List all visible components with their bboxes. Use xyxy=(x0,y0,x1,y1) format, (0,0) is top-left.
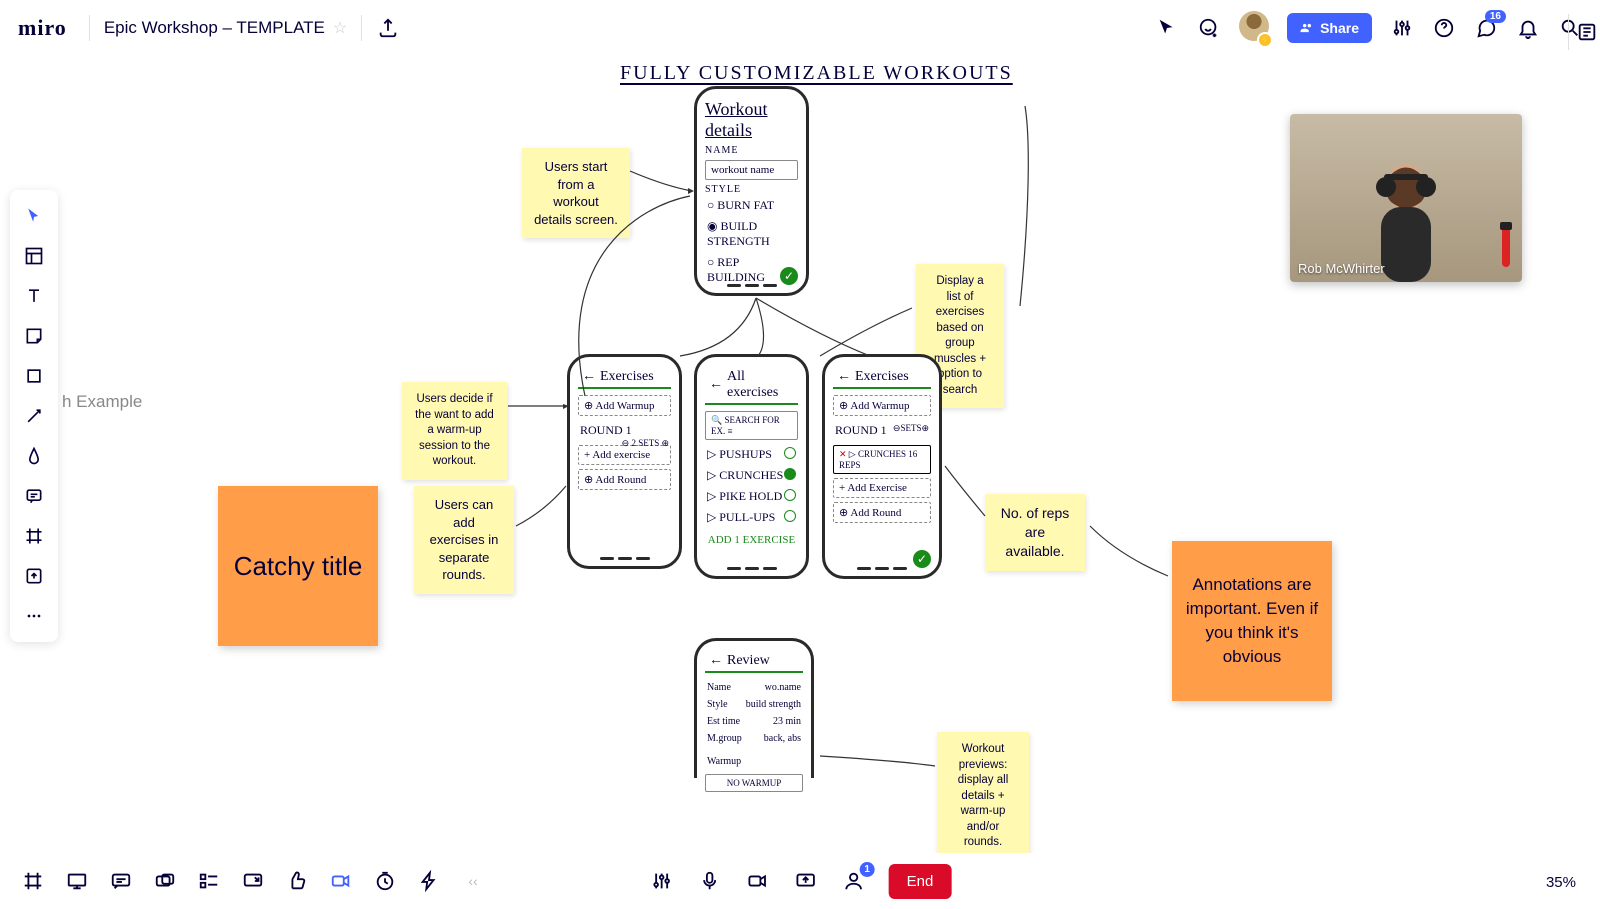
notifications-icon[interactable] xyxy=(1516,16,1540,40)
comment-tool[interactable] xyxy=(14,476,54,516)
video-participant-name: Rob McWhirter xyxy=(1298,261,1385,276)
sketch-heading: FULLY CUSTOMIZABLE WORKOUTS xyxy=(620,62,1013,85)
collapse-icon[interactable]: ‹‹ xyxy=(460,868,486,894)
user-avatar[interactable]: ⚡ xyxy=(1239,11,1269,46)
card-icon[interactable] xyxy=(152,868,178,894)
upload-tool[interactable] xyxy=(14,556,54,596)
checkmark-icon: ✓ xyxy=(913,550,931,568)
frames-panel-icon[interactable] xyxy=(20,868,46,894)
text-tool[interactable] xyxy=(14,276,54,316)
connector-tool[interactable] xyxy=(14,396,54,436)
sticky-reps[interactable]: No. of reps are available. xyxy=(985,494,1085,571)
phone-all-exercises[interactable]: ← All exercises 🔍 SEARCH FOR EX. ≡ PUSHU… xyxy=(694,354,809,579)
sticky-annotations[interactable]: Annotations are important. Even if you t… xyxy=(1172,541,1332,701)
templates-tool[interactable] xyxy=(14,236,54,276)
canvas[interactable]: h Example FULLY CUSTOMIZABLE WORKOUTS Us… xyxy=(0,56,1600,853)
select-tool[interactable] xyxy=(14,196,54,236)
settings-sliders-icon[interactable] xyxy=(1390,16,1414,40)
call-controls: 1 End xyxy=(649,864,952,899)
audio-settings-icon[interactable] xyxy=(649,868,675,894)
end-call-button[interactable]: End xyxy=(889,864,952,899)
thumbs-up-icon[interactable] xyxy=(284,868,310,894)
phone-title: Workout details xyxy=(705,99,798,141)
sticky-tool[interactable] xyxy=(14,316,54,356)
top-right-cluster: ⚡ Share 16 xyxy=(1155,11,1582,46)
voting-icon[interactable] xyxy=(196,868,222,894)
frame-tool[interactable] xyxy=(14,516,54,556)
cursor-participants-icon[interactable] xyxy=(1155,16,1179,40)
separator xyxy=(89,15,90,41)
left-toolbar xyxy=(10,190,58,642)
timer-icon[interactable] xyxy=(372,868,398,894)
bottom-bar: ‹‹ 1 End 35% xyxy=(0,853,1600,909)
phone-workout-details[interactable]: Workout details NAME workout name STYLE … xyxy=(694,86,809,296)
share-screen-icon[interactable] xyxy=(793,868,819,894)
microphone-icon[interactable] xyxy=(697,868,723,894)
checkmark-icon: ✓ xyxy=(780,267,798,285)
presentation-icon[interactable] xyxy=(64,868,90,894)
reactions-icon[interactable] xyxy=(1197,16,1221,40)
separator xyxy=(361,15,362,41)
share-button[interactable]: Share xyxy=(1287,13,1372,43)
sticky-catchy-title[interactable]: Catchy title xyxy=(218,486,378,646)
miro-logo[interactable]: miro xyxy=(18,15,67,41)
board-title[interactable]: Epic Workshop – TEMPLATE xyxy=(104,18,325,38)
help-icon[interactable] xyxy=(1432,16,1456,40)
zoom-level[interactable]: 35% xyxy=(1546,874,1576,891)
video-call-icon[interactable] xyxy=(328,868,354,894)
comment-count-badge: 16 xyxy=(1485,10,1506,23)
phone-exercises-filled[interactable]: ← Exercises Add Warmup ROUND 1 ⊖SETS⊕ ✕ … xyxy=(822,354,942,579)
more-tools[interactable] xyxy=(14,596,54,636)
chat-icon[interactable] xyxy=(108,868,134,894)
pen-tool[interactable] xyxy=(14,436,54,476)
comments-icon[interactable]: 16 xyxy=(1474,16,1498,40)
activities-icon[interactable] xyxy=(416,868,442,894)
export-icon[interactable] xyxy=(376,16,400,40)
screen-share-icon[interactable] xyxy=(240,868,266,894)
sticky-warmup[interactable]: Users decide if the want to add a warm-u… xyxy=(402,382,507,480)
video-participant-tile[interactable]: Rob McWhirter xyxy=(1290,114,1522,282)
participants-icon[interactable]: 1 xyxy=(841,868,867,894)
camera-icon[interactable] xyxy=(745,868,771,894)
sticky-previews[interactable]: Workout previews: display all details + … xyxy=(937,732,1029,861)
phone-review[interactable]: ← Review Namewo.name Stylebuild strength… xyxy=(694,638,814,778)
frame-label: h Example xyxy=(62,392,142,412)
participant-count: 1 xyxy=(860,862,875,877)
sticky-rounds[interactable]: Users can add exercises in separate roun… xyxy=(414,486,514,594)
activity-panel-icon[interactable] xyxy=(1568,14,1600,50)
phone-exercises[interactable]: ← Exercises Add Warmup ROUND 1 ⊖ 2 SETS … xyxy=(567,354,682,569)
shape-tool[interactable] xyxy=(14,356,54,396)
star-icon[interactable]: ☆ xyxy=(333,18,347,38)
sticky-start[interactable]: Users start from a workout details scree… xyxy=(522,148,630,238)
top-bar: miro Epic Workshop – TEMPLATE ☆ ⚡ Share … xyxy=(0,0,1600,56)
